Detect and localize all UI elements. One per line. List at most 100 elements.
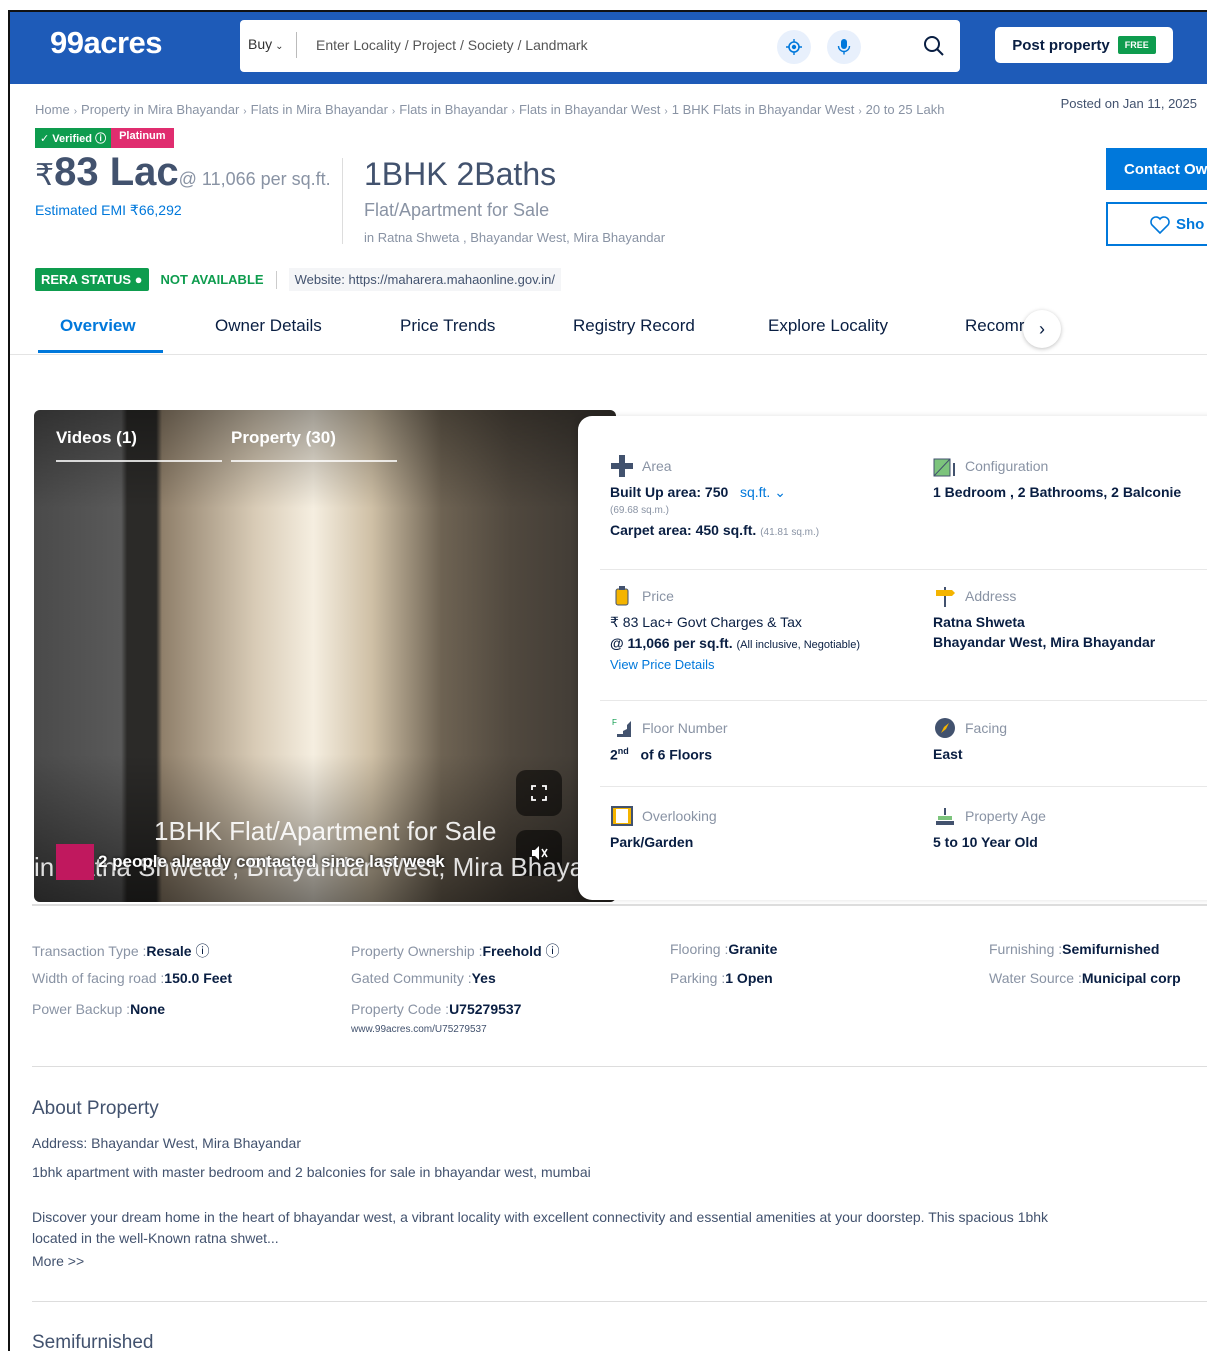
about-property-heading: About Property	[32, 1098, 159, 1119]
carpet-value: Carpet area: 450 sq.ft.	[610, 522, 757, 538]
chevron-down-icon: ⌄	[275, 41, 284, 52]
media-gallery[interactable]: Videos (1) Property (30) 1BHK Flat/Apart…	[34, 410, 616, 902]
breadcrumb-item[interactable]: Flats in Bhayandar	[399, 102, 507, 117]
tab-explore-locality[interactable]: Explore Locality	[768, 316, 888, 336]
carpet-area: Carpet area: 450 sq.ft. (41.81 sq.m.)	[610, 522, 910, 538]
power-label: Power Backup :	[32, 1001, 131, 1017]
fullscreen-button[interactable]	[516, 770, 562, 816]
more-link[interactable]: More >>	[32, 1253, 84, 1269]
parking: Parking :1 Open	[670, 970, 773, 986]
chevron-right-icon: ›	[1039, 318, 1045, 339]
power-backup: Power Backup :None	[32, 1001, 165, 1017]
voice-search-button[interactable]	[827, 30, 861, 64]
tab-price-trends[interactable]: Price Trends	[400, 316, 495, 336]
tab-videos[interactable]: Videos (1)	[56, 428, 137, 448]
about-headline: 1bhk apartment with master bedroom and 2…	[32, 1164, 591, 1180]
price-note: (All inclusive, Negotiable)	[736, 639, 861, 651]
media-tab-underline	[56, 460, 222, 462]
breadcrumb-item[interactable]: Flats in Bhayandar West	[519, 102, 660, 117]
tab-property-photos[interactable]: Property (30)	[231, 428, 336, 448]
divider	[600, 786, 1207, 787]
road-value: 150.0 Feet	[164, 970, 233, 986]
breadcrumb-separator: ›	[391, 106, 396, 117]
info-icon[interactable]: ●	[135, 272, 143, 287]
post-property-button[interactable]: Post property FREE	[995, 27, 1173, 63]
site-logo[interactable]: 99acres	[50, 25, 163, 61]
tab-owner-details[interactable]: Owner Details	[215, 316, 322, 336]
microphone-icon	[837, 39, 851, 55]
property-age-label: Property Age	[965, 808, 1046, 824]
age-icon	[933, 804, 957, 828]
page-frame: 99acres Buy ⌄ Enter Locality / Project / …	[8, 10, 1207, 1351]
media-caption-title: 1BHK Flat/Apartment for Sale	[154, 816, 497, 846]
tab-recommendations[interactable]: Recomr	[965, 316, 1025, 336]
breadcrumb-item[interactable]: Flats in Mira Bhayandar	[251, 102, 388, 117]
overlooking-label: Overlooking	[642, 808, 717, 824]
search-button[interactable]	[916, 28, 952, 64]
property-age-value: 5 to 10 Year Old	[933, 834, 1038, 850]
price-amount: 83 Lac	[54, 150, 179, 194]
breadcrumb-item[interactable]: Home	[35, 102, 70, 117]
gated-community: Gated Community :Yes	[351, 970, 496, 986]
property-url[interactable]: www.99acres.com/U75279537	[351, 1024, 487, 1035]
property-code: Property Code :U75279537	[351, 1001, 521, 1017]
locate-icon	[786, 39, 802, 55]
tabs-next-button[interactable]: ›	[1023, 310, 1061, 348]
contact-owner-button[interactable]: Contact Ow	[1106, 148, 1207, 190]
breadcrumb-item[interactable]: Property in Mira Bhayandar	[81, 102, 239, 117]
facing-value: East	[933, 746, 963, 762]
buy-dropdown[interactable]: Buy ⌄	[248, 36, 284, 52]
info-icon[interactable]: ⓘ	[546, 943, 560, 959]
listing-subtitle: Flat/Apartment for Sale	[364, 200, 550, 220]
heart-icon	[1150, 216, 1170, 234]
window-icon	[610, 804, 634, 828]
listing-title: 1BHK 2Baths	[364, 156, 557, 192]
divider	[275, 270, 277, 289]
rera-info: RERA STATUS ● NOT AVAILABLE Website: htt…	[35, 268, 561, 291]
property-ownership: Property Ownership :Freehold ⓘ	[351, 941, 560, 961]
shortlist-button[interactable]: Sho	[1106, 202, 1207, 246]
code-value: U75279537	[449, 1001, 522, 1017]
breadcrumb-separator: ›	[511, 106, 515, 117]
platinum-badge: Platinum	[111, 128, 174, 148]
breadcrumb-item[interactable]: 20 to 25 Lakh	[866, 102, 945, 117]
locate-me-button[interactable]	[777, 30, 811, 64]
active-tab-indicator	[38, 350, 163, 353]
buy-label: Buy	[248, 36, 273, 52]
top-header: 99acres Buy ⌄ Enter Locality / Project / …	[10, 12, 1207, 84]
tab-registry-record[interactable]: Registry Record	[573, 316, 695, 336]
facing-cell: Facing East	[933, 716, 1207, 762]
tab-overview[interactable]: Overview	[60, 316, 136, 336]
area-icon	[610, 454, 634, 478]
verified-badge: ✓ Verified ⓘ	[35, 128, 112, 148]
contacted-icon	[56, 844, 94, 880]
divider	[32, 1301, 1207, 1302]
estimated-emi-link[interactable]: Estimated EMI ₹66,292	[35, 202, 182, 219]
unit-dropdown[interactable]: sq.ft. ⌄	[740, 484, 786, 500]
furnishing: Furnishing :Semifurnished	[989, 941, 1159, 957]
free-badge: FREE	[1117, 36, 1156, 54]
price-block: ₹83 Lac@ 11,066 per sq.ft.	[35, 150, 331, 195]
overlooking-cell: Overlooking Park/Garden	[610, 804, 910, 850]
search-bar: Buy ⌄ Enter Locality / Project / Society …	[240, 20, 960, 72]
flooring-label: Flooring :	[670, 941, 729, 957]
configuration-label: Configuration	[965, 458, 1049, 474]
divider	[342, 158, 343, 244]
listing-badges: ✓ Verified ⓘ Platinum	[35, 128, 174, 148]
search-input[interactable]: Enter Locality / Project / Society / Lan…	[316, 37, 588, 53]
code-label: Property Code :	[351, 1001, 450, 1017]
listing-location: in Ratna Shweta , Bhayandar West, Mira B…	[364, 230, 666, 245]
about-description-cont: located in the well-Known ratna shwet...	[32, 1230, 279, 1246]
shortlist-label: Sho	[1176, 215, 1205, 233]
built-up-value: Built Up area: 750	[610, 484, 729, 500]
price-label: Price	[642, 588, 674, 604]
view-price-details-link[interactable]: View Price Details	[610, 657, 920, 672]
property-age-cell: Property Age 5 to 10 Year Old	[933, 804, 1207, 850]
fullscreen-icon	[531, 785, 547, 801]
configuration-value: 1 Bedroom , 2 Bathrooms, 2 Balconie	[933, 484, 1182, 500]
breadcrumb-separator: ›	[243, 106, 247, 117]
info-icon[interactable]: ⓘ	[195, 943, 209, 959]
gated-label: Gated Community :	[351, 970, 472, 986]
breadcrumb-item[interactable]: 1 BHK Flats in Bhayandar West	[672, 102, 855, 117]
rera-website[interactable]: Website: https://maharera.mahaonline.gov…	[288, 268, 561, 291]
